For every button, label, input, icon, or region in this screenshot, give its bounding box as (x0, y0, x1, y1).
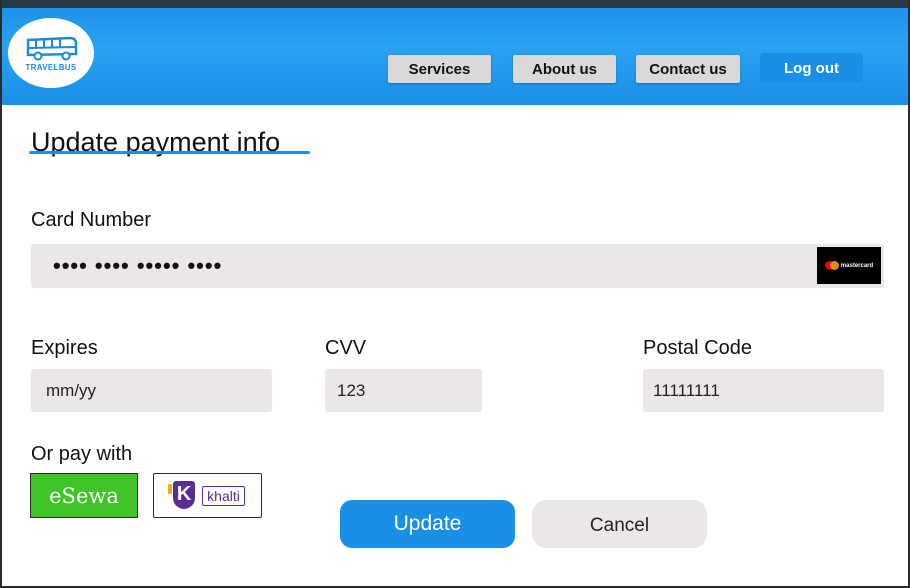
nav-services-button[interactable]: Services (388, 55, 491, 83)
expires-label: Expires (31, 337, 98, 359)
cancel-button[interactable]: Cancel (532, 500, 707, 548)
esewa-logo-text: eSewa (49, 483, 119, 508)
cvv-value: 123 (337, 380, 366, 400)
expires-field[interactable]: mm/yy (31, 369, 272, 412)
card-brand-text: mastercard (840, 262, 874, 269)
cvv-field[interactable]: 123 (325, 369, 482, 412)
logo-text: TRAVELBUS (25, 63, 77, 72)
expires-value: mm/yy (46, 380, 97, 400)
travelbus-logo[interactable]: TRAVELBUS (8, 18, 94, 88)
card-number-label: Card Number (31, 209, 152, 231)
update-button[interactable]: Update (340, 500, 515, 548)
postal-code-value: 11111111 (653, 380, 720, 400)
bus-icon (26, 36, 78, 61)
esewa-button[interactable]: eSewa (30, 473, 138, 518)
card-number-field[interactable]: •••• •••• ••••• •••• mastercard (31, 244, 884, 288)
mastercard-icon: mastercard (817, 247, 881, 284)
or-pay-with-label: Or pay with (31, 443, 133, 465)
khalti-logo-text: khalti (202, 485, 245, 506)
postal-code-field[interactable]: 11111111 (643, 369, 884, 412)
khalti-button[interactable]: K khalti (153, 473, 262, 518)
nav-about-button[interactable]: About us (513, 55, 616, 83)
mastercard-circles (824, 261, 839, 270)
khalti-icon: K (168, 480, 198, 511)
logout-button[interactable]: Log out (760, 53, 863, 83)
cvv-label: CVV (325, 337, 367, 359)
postal-code-label: Postal Code (643, 337, 752, 359)
top-header: TRAVELBUS Services About us Contact us L… (2, 0, 908, 105)
nav-contact-button[interactable]: Contact us (636, 55, 740, 83)
card-number-value: •••• •••• ••••• •••• (53, 253, 223, 278)
title-underline (29, 151, 310, 154)
app-window: TRAVELBUS Services About us Contact us L… (0, 0, 910, 588)
